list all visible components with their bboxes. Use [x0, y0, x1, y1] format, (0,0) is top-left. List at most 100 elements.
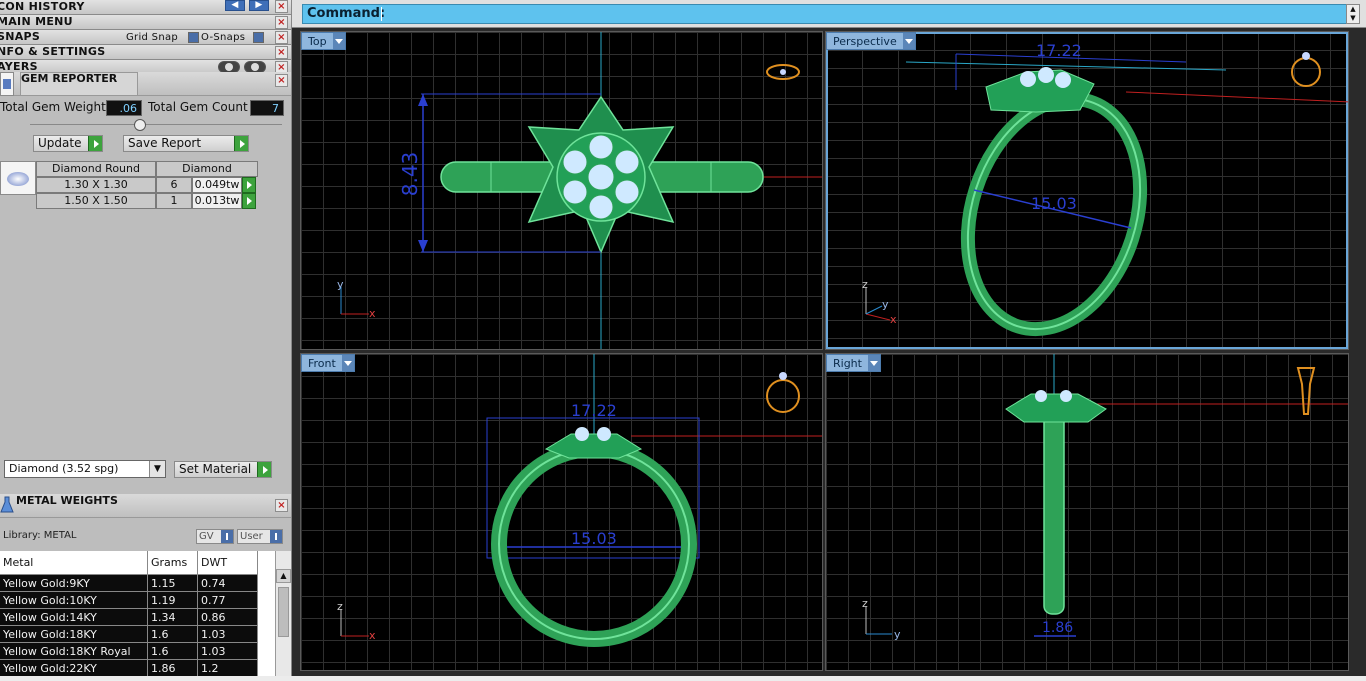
- table-row[interactable]: Yellow Gold:18KY Royal 1.6 1.03: [0, 643, 268, 660]
- play-icon: [257, 462, 271, 477]
- dwt-cell: 0.86: [198, 609, 258, 626]
- viewport-tab-label: Right: [833, 357, 862, 370]
- close-icon[interactable]: ×: [275, 31, 288, 44]
- chevron-down-icon[interactable]: ▼: [149, 461, 165, 477]
- right-dimension-bottom: 1.86: [1042, 620, 1073, 636]
- gem-count-cell: 1: [156, 193, 192, 209]
- viewport-tab-perspective[interactable]: Perspective: [826, 32, 916, 50]
- forward-arrow-icon[interactable]: ▶: [249, 0, 269, 11]
- scroll-up-icon[interactable]: ▲: [276, 569, 291, 583]
- back-arrow-icon[interactable]: ◀: [225, 0, 245, 11]
- snaps-title: SNAPS: [0, 30, 41, 43]
- grams-cell: 1.19: [148, 592, 198, 609]
- axis-z-label: z: [862, 597, 868, 610]
- save-report-button-label: Save Report: [128, 136, 202, 150]
- viewport-tab-top[interactable]: Top: [301, 32, 346, 50]
- o-snaps-checkbox[interactable]: [253, 32, 264, 43]
- user-label: User: [240, 531, 263, 542]
- close-icon[interactable]: ×: [275, 46, 288, 59]
- axis-y-label: y: [894, 628, 901, 641]
- viewport-tab-right[interactable]: Right: [826, 354, 881, 372]
- gem-weight-cell: 0.013tw: [192, 193, 242, 209]
- table-row[interactable]: Yellow Gold:22KY 1.86 1.2: [0, 660, 268, 677]
- total-gem-weight-label: Total Gem Weight: [0, 100, 106, 114]
- metal-name-cell: Yellow Gold:22KY: [0, 660, 148, 677]
- viewport-right[interactable]: 1.86 z y Right: [825, 353, 1349, 671]
- chevron-down-icon[interactable]: [867, 355, 880, 371]
- diamond-thumbnail[interactable]: [0, 161, 36, 195]
- viewport-perspective[interactable]: 17.22 15.03 z y x Perspective: [825, 31, 1349, 350]
- info-settings-header[interactable]: NFO & SETTINGS ×: [0, 45, 291, 60]
- table-row[interactable]: Yellow Gold:10KY 1.19 0.77: [0, 592, 268, 609]
- grid-snap-checkbox[interactable]: [188, 32, 199, 43]
- perspective-view-drawing: 17.22 15.03 z y x: [862, 41, 1348, 337]
- material-select[interactable]: Diamond (3.52 spg) ▼: [4, 460, 166, 478]
- gem-size-cell: 1.30 X 1.30: [36, 177, 156, 193]
- table-header-row: Metal Grams DWT: [0, 551, 268, 575]
- grid-snap-label: Grid Snap: [126, 32, 179, 43]
- gem-count-cell: 6: [156, 177, 192, 193]
- front-view-drawing: 17.22 15.03 z x: [337, 354, 822, 647]
- main-menu-title: MAIN MENU: [0, 15, 73, 28]
- left-panel: CON HISTORY ◀ ▶ × MAIN MENU × SNAPS Grid…: [0, 0, 292, 681]
- diamond-icon: [7, 172, 29, 186]
- user-toggle[interactable]: User: [237, 529, 283, 544]
- chevron-down-icon[interactable]: [902, 33, 915, 49]
- grams-cell: 1.86: [148, 660, 198, 677]
- metal-weights-table: Metal Grams DWT Yellow Gold:9KY 1.15 0.7…: [0, 551, 284, 681]
- metal-table-scrollbar[interactable]: ▲: [275, 551, 291, 681]
- close-icon[interactable]: ×: [275, 74, 288, 87]
- metal-name-cell: Yellow Gold:14KY: [0, 609, 148, 626]
- icon-history-header[interactable]: CON HISTORY ◀ ▶ ×: [0, 0, 291, 15]
- total-gem-weight-value: .06: [106, 100, 142, 116]
- chevron-down-icon[interactable]: [332, 33, 345, 49]
- close-icon[interactable]: ×: [275, 0, 288, 13]
- scrollbar-thumb[interactable]: [278, 587, 289, 637]
- column-header-metal[interactable]: Metal: [0, 551, 148, 575]
- table-row[interactable]: Yellow Gold:14KY 1.34 0.86: [0, 609, 268, 626]
- table-row[interactable]: Yellow Gold:9KY 1.15 0.74: [0, 575, 268, 592]
- info-settings-title: NFO & SETTINGS: [0, 45, 106, 58]
- viewport-tab-label: Front: [308, 357, 336, 370]
- grams-cell: 1.6: [148, 643, 198, 660]
- grams-cell: 1.15: [148, 575, 198, 592]
- viewport-tab-front[interactable]: Front: [301, 354, 355, 372]
- metal-name-cell: Yellow Gold:9KY: [0, 575, 148, 592]
- close-icon[interactable]: ×: [275, 499, 288, 512]
- axis-x-label: x: [890, 313, 897, 326]
- right-view-drawing: 1.86 z y: [862, 354, 1348, 641]
- gem-weight-cell: 0.049tw: [192, 177, 242, 193]
- update-button[interactable]: Update: [33, 135, 103, 152]
- play-icon: [234, 136, 248, 151]
- select-gem-button[interactable]: [242, 193, 256, 209]
- top-dimension-label: 8.43: [398, 152, 422, 197]
- table-row[interactable]: Yellow Gold:18KY 1.6 1.03: [0, 626, 268, 643]
- chevron-down-icon[interactable]: [341, 355, 354, 371]
- viewport-tab-label: Perspective: [833, 35, 897, 48]
- o-snaps-label: O-Snaps: [201, 32, 246, 43]
- save-report-button[interactable]: Save Report: [123, 135, 249, 152]
- snaps-header[interactable]: SNAPS Grid Snap O-Snaps ×: [0, 30, 291, 45]
- viewport-front[interactable]: 17.22 15.03 z x Front: [300, 353, 823, 671]
- select-gem-button[interactable]: [242, 177, 256, 193]
- set-material-button[interactable]: Set Material: [174, 461, 272, 478]
- top-view-drawing: 8.43 y x: [337, 32, 822, 349]
- grams-cell: 1.6: [148, 626, 198, 643]
- axis-z-label: z: [862, 278, 868, 291]
- toggle-icon: [270, 530, 282, 543]
- dwt-cell: 1.03: [198, 626, 258, 643]
- viewport-top[interactable]: 8.43 y x Top: [300, 31, 823, 350]
- gv-toggle[interactable]: GV: [196, 529, 234, 544]
- command-input[interactable]: Command:: [302, 4, 1354, 24]
- update-button-label: Update: [38, 136, 82, 150]
- column-header-grams[interactable]: Grams: [148, 551, 198, 575]
- front-dimension-top: 17.22: [571, 401, 617, 420]
- splitter-handle[interactable]: [134, 119, 146, 131]
- dwt-cell: 0.74: [198, 575, 258, 592]
- close-icon[interactable]: ×: [275, 16, 288, 29]
- command-scroll[interactable]: ▲ ▼: [1346, 4, 1360, 24]
- column-header-dwt[interactable]: DWT: [198, 551, 258, 575]
- main-menu-header[interactable]: MAIN MENU ×: [0, 15, 291, 30]
- metal-weights-title: METAL WEIGHTS: [16, 494, 118, 507]
- gem-reporter-header: GEM REPORTER ×: [0, 72, 291, 96]
